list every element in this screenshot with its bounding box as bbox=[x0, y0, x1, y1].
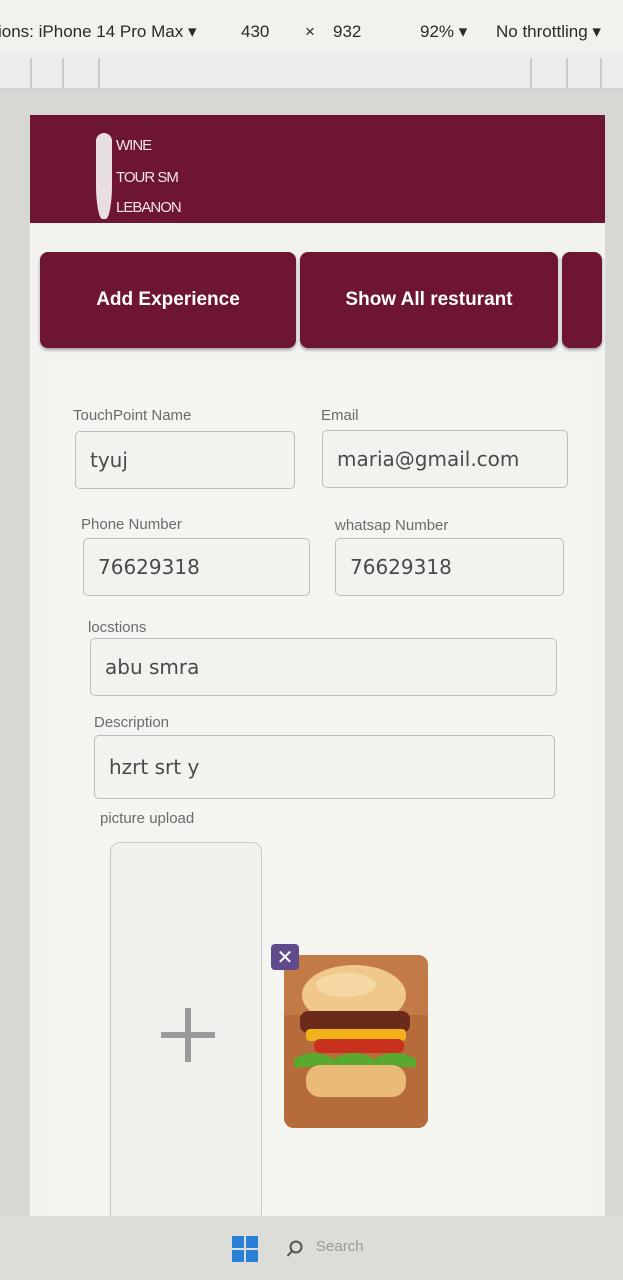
device-width[interactable]: 430 bbox=[241, 22, 269, 42]
search-icon bbox=[286, 1240, 303, 1257]
phone-label: Phone Number bbox=[81, 516, 182, 533]
picture-upload-label: picture upload bbox=[100, 810, 195, 827]
email-input[interactable]: maria@gmail.com bbox=[322, 430, 568, 488]
zoom-select[interactable]: 92% ▾ bbox=[420, 22, 467, 42]
os-taskbar: Search bbox=[0, 1216, 623, 1280]
action-buttons: Add Experience Show All resturant bbox=[40, 252, 605, 350]
dimension-separator: × bbox=[305, 22, 315, 41]
location-input[interactable]: abu smra bbox=[90, 638, 557, 696]
remove-picture-button[interactable]: ✕ bbox=[271, 944, 299, 970]
windows-start-icon[interactable] bbox=[232, 1236, 258, 1262]
site-logo[interactable]: WINE TOUR SM LEBANON bbox=[96, 127, 206, 221]
location-label: locstions bbox=[88, 619, 147, 636]
mobile-viewport: WINE TOUR SM LEBANON Add Experience Show… bbox=[30, 115, 605, 1225]
taskbar-search[interactable]: Search bbox=[316, 1238, 364, 1255]
logo-line-1: WINE bbox=[116, 137, 152, 154]
email-label: Email bbox=[321, 407, 359, 424]
description-textarea[interactable]: hzrt srt y bbox=[94, 735, 555, 799]
throttle-select[interactable]: No throttling ▾ bbox=[496, 22, 601, 42]
more-button[interactable] bbox=[562, 252, 602, 348]
device-select[interactable]: ions: iPhone 14 Pro Max ▾ bbox=[0, 22, 196, 42]
logo-line-2: TOUR SM bbox=[116, 169, 179, 186]
picture-upload-dropzone[interactable] bbox=[110, 842, 262, 1224]
wine-bottle-logo-icon bbox=[96, 133, 112, 219]
show-all-restaurant-button[interactable]: Show All resturant bbox=[300, 252, 558, 348]
add-experience-button[interactable]: Add Experience bbox=[40, 252, 296, 348]
devtools-toolbar: ions: iPhone 14 Pro Max ▾ 430 × 932 92% … bbox=[0, 0, 623, 53]
phone-input[interactable]: 76629318 bbox=[83, 538, 310, 596]
whatsapp-label: whatsap Number bbox=[335, 517, 449, 534]
whatsapp-input[interactable]: 76629318 bbox=[335, 538, 564, 596]
burger-image bbox=[284, 955, 428, 1128]
touchpoint-form: TouchPoint Name tyuj Email maria@gmail.c… bbox=[45, 365, 590, 1225]
name-label: TouchPoint Name bbox=[73, 407, 192, 424]
description-label: Description bbox=[94, 714, 170, 731]
device-height[interactable]: 932 bbox=[333, 22, 361, 42]
logo-line-3: LEBANON bbox=[116, 199, 182, 216]
touchpoint-name-input[interactable]: tyuj bbox=[75, 431, 295, 489]
plus-icon bbox=[161, 1008, 215, 1062]
uploaded-picture-thumbnail bbox=[284, 955, 428, 1128]
close-icon: ✕ bbox=[276, 945, 294, 969]
media-query-ruler bbox=[0, 52, 623, 89]
site-header: WINE TOUR SM LEBANON bbox=[30, 115, 605, 223]
